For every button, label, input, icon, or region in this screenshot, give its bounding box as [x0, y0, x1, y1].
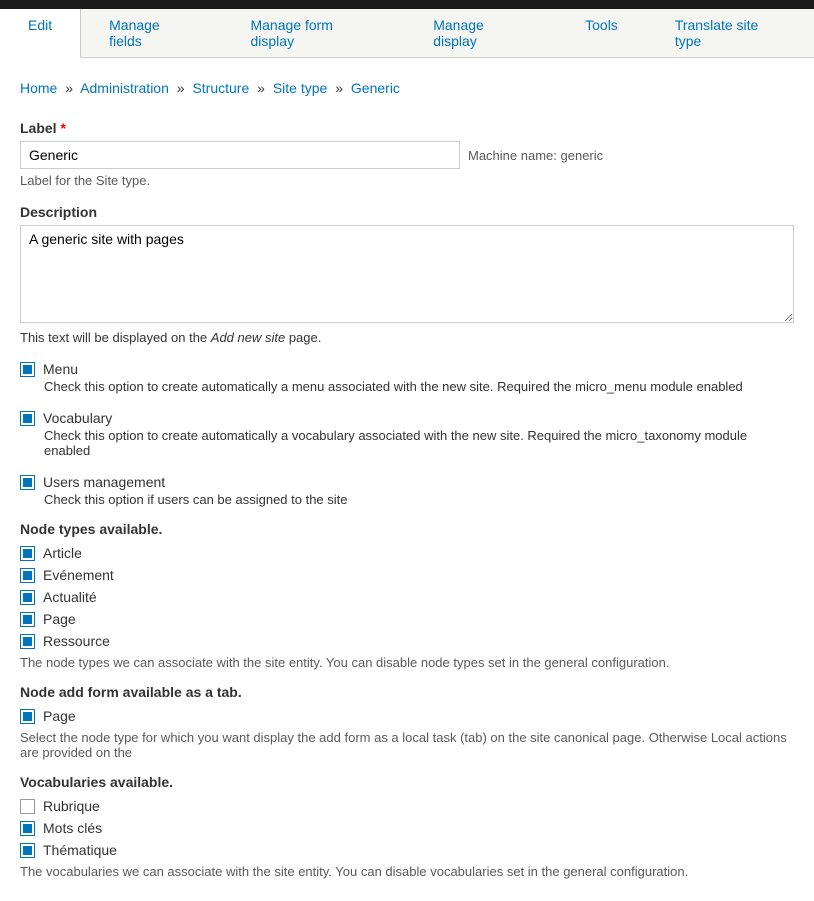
nodetype-evenement-checkbox[interactable]: [20, 568, 35, 583]
breadcrumb: Home » Administration » Structure » Site…: [20, 80, 794, 96]
desc-help-prefix: This text will be displayed on the: [20, 330, 211, 345]
breadcrumb-admin[interactable]: Administration: [80, 80, 169, 96]
tab-manage-form-display[interactable]: Manage form display: [222, 9, 405, 57]
breadcrumb-structure[interactable]: Structure: [192, 80, 249, 96]
vocabulary-label: Vocabulary: [43, 410, 112, 426]
nodetype-article-checkbox[interactable]: [20, 546, 35, 561]
description-help: This text will be displayed on the Add n…: [20, 330, 794, 345]
label-input[interactable]: [20, 141, 460, 169]
nodeadd-page-label: Page: [43, 708, 76, 724]
desc-help-em: Add new site: [211, 330, 285, 345]
vocabulary-desc: Check this option to create automaticall…: [44, 428, 794, 458]
vocabularies-desc: The vocabularies we can associate with t…: [20, 864, 794, 879]
users-label: Users management: [43, 474, 165, 490]
vocabularies-label: Vocabularies available.: [20, 774, 794, 790]
label-text: Label: [20, 120, 57, 136]
machine-name-prefix: Machine name:: [468, 148, 561, 163]
nodetype-page-checkbox[interactable]: [20, 612, 35, 627]
node-types-label: Node types available.: [20, 521, 794, 537]
label-field-label: Label *: [20, 120, 794, 136]
machine-name: Machine name: generic: [468, 148, 603, 163]
description-textarea[interactable]: A generic site with pages: [20, 225, 794, 323]
menu-label: Menu: [43, 361, 78, 377]
vocab-thematique-checkbox[interactable]: [20, 843, 35, 858]
nodetype-ressource-checkbox[interactable]: [20, 634, 35, 649]
nodetype-page-label: Page: [43, 611, 76, 627]
required-marker: *: [60, 120, 65, 136]
breadcrumb-current[interactable]: Generic: [351, 80, 400, 96]
desc-help-suffix: page.: [285, 330, 321, 345]
nodetype-actualite-checkbox[interactable]: [20, 590, 35, 605]
nodeadd-page-checkbox[interactable]: [20, 709, 35, 724]
tab-translate[interactable]: Translate site type: [647, 9, 814, 57]
vocab-thematique-label: Thématique: [43, 842, 117, 858]
admin-topbar: [0, 0, 814, 9]
node-types-desc: The node types we can associate with the…: [20, 655, 794, 670]
vocab-rubrique-checkbox[interactable]: [20, 799, 35, 814]
nodetype-actualite-label: Actualité: [43, 589, 97, 605]
tab-manage-display[interactable]: Manage display: [405, 9, 557, 57]
vocabulary-checkbox[interactable]: [20, 411, 35, 426]
nodetype-evenement-label: Evénement: [43, 567, 114, 583]
nodetype-article-label: Article: [43, 545, 82, 561]
nodetype-ressource-label: Ressource: [43, 633, 110, 649]
label-help: Label for the Site type.: [20, 173, 794, 188]
description-label: Description: [20, 204, 794, 220]
vocab-mots-cles-checkbox[interactable]: [20, 821, 35, 836]
tab-manage-fields[interactable]: Manage fields: [81, 9, 222, 57]
tab-tools[interactable]: Tools: [557, 9, 647, 57]
users-checkbox[interactable]: [20, 475, 35, 490]
machine-name-value: generic: [561, 148, 604, 163]
primary-tabs: Edit Manage fields Manage form display M…: [0, 9, 814, 58]
node-add-form-desc: Select the node type for which you want …: [20, 730, 794, 760]
vocab-mots-cles-label: Mots clés: [43, 820, 102, 836]
menu-checkbox[interactable]: [20, 362, 35, 377]
breadcrumb-site-type[interactable]: Site type: [273, 80, 327, 96]
breadcrumb-home[interactable]: Home: [20, 80, 57, 96]
node-add-form-label: Node add form available as a tab.: [20, 684, 794, 700]
users-desc: Check this option if users can be assign…: [44, 492, 794, 507]
vocab-rubrique-label: Rubrique: [43, 798, 100, 814]
tab-edit[interactable]: Edit: [0, 9, 81, 58]
menu-desc: Check this option to create automaticall…: [44, 379, 794, 394]
